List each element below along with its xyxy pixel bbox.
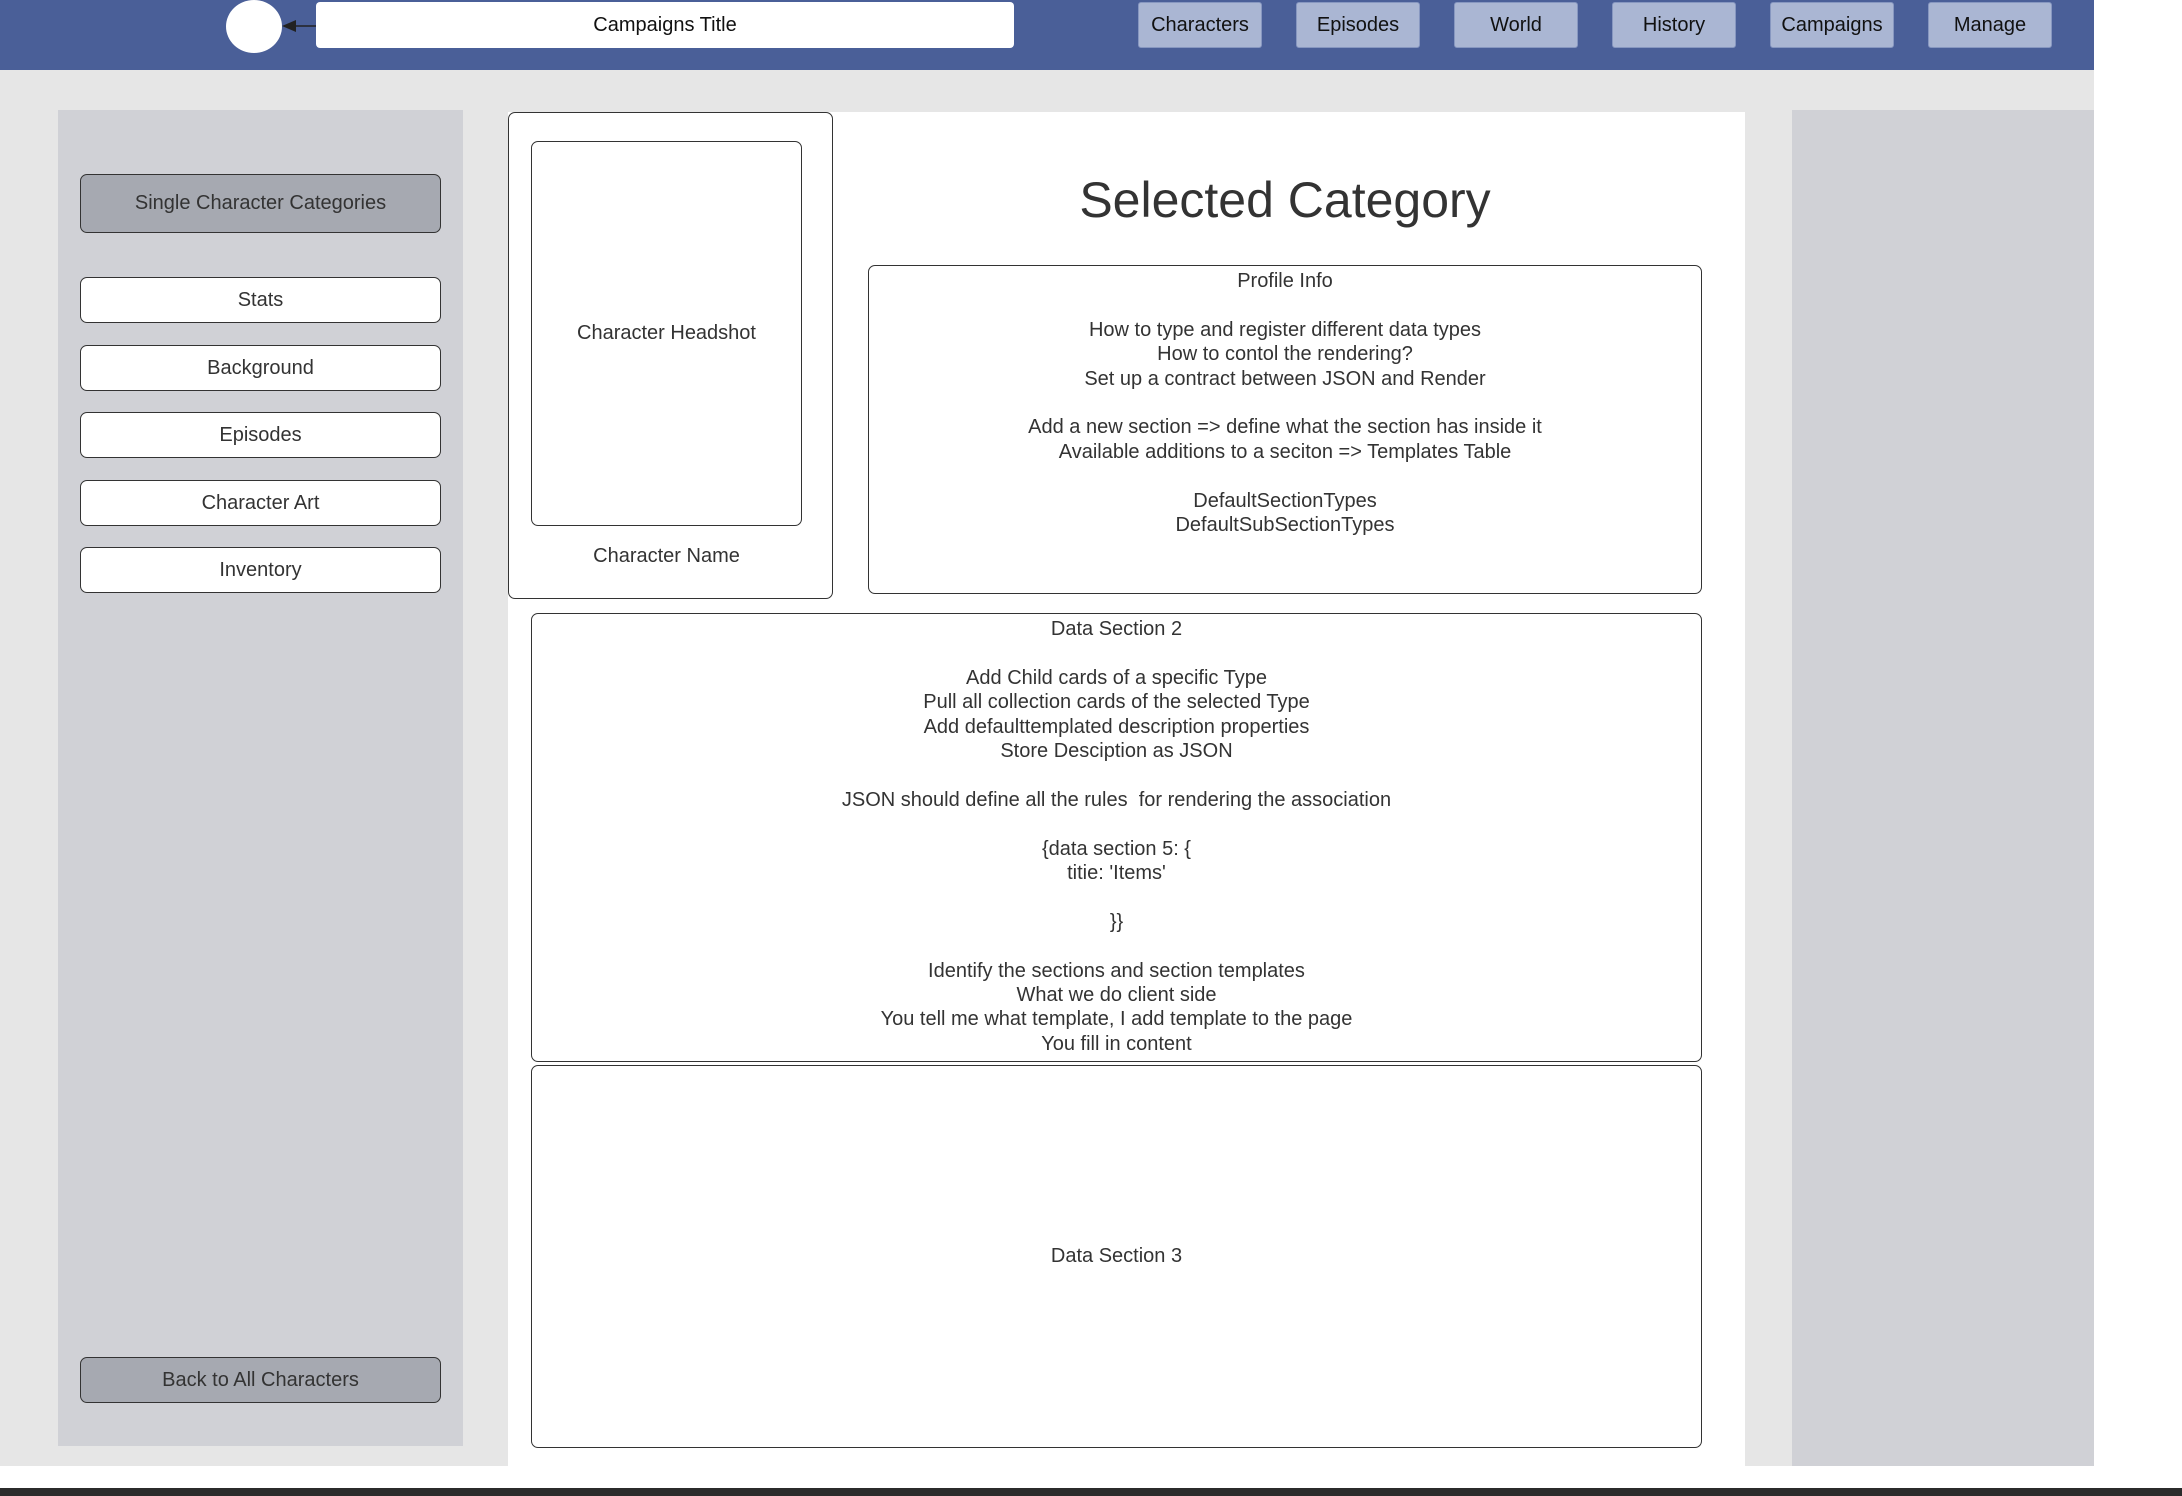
section-line: titie: 'Items' (1067, 862, 1166, 885)
sidebar-item-inventory[interactable]: Inventory (80, 547, 441, 593)
nav-history-button[interactable]: History (1612, 2, 1736, 48)
section-line: You fill in content (1041, 1032, 1192, 1055)
section-title: Data Section 2 (1050, 618, 1183, 640)
section-line: Identify the sections and section templa… (928, 959, 1305, 982)
bottom-border (0, 1488, 2182, 1496)
section-line: Add Child cards of a specific Type (966, 666, 1267, 689)
avatar[interactable] (226, 0, 282, 53)
section-line: DefaultSectionTypes (1193, 489, 1377, 512)
section-line (532, 763, 1701, 787)
section-line (869, 391, 1701, 415)
arrow-left-icon (282, 20, 318, 32)
section-line: DefaultSubSectionTypes (1175, 514, 1395, 537)
sidebar-item-stats[interactable]: Stats (80, 277, 441, 323)
section-line: Add a new section => define what the sec… (1028, 416, 1542, 439)
section-line (532, 812, 1701, 836)
section-line: JSON should define all the rules for ren… (841, 788, 1392, 811)
nav-world-button[interactable]: World (1454, 2, 1578, 48)
campaign-title[interactable]: Campaigns Title (316, 2, 1014, 48)
section-line: Add defaulttemplated description propert… (923, 715, 1310, 738)
section-line: You tell me what template, I add templat… (880, 1008, 1353, 1031)
section-line: What we do client side (1016, 984, 1217, 1007)
category-heading-button[interactable]: Single Character Categories (80, 174, 441, 233)
section-line: How to type and register different data … (1088, 318, 1482, 341)
profile-info-section: Profile Info How to type and register dif… (868, 265, 1702, 594)
section-line: Store Desciption as JSON (1000, 740, 1233, 763)
section-line (532, 934, 1701, 958)
nav-campaigns-button[interactable]: Campaigns (1770, 2, 1894, 48)
data-section-2: Data Section 2 Add Child cards of a speci… (531, 613, 1702, 1062)
sidebar-item-character-art[interactable]: Character Art (80, 480, 441, 526)
section-line (532, 641, 1701, 665)
section-line: }} (1109, 910, 1124, 933)
section-line (869, 464, 1701, 488)
section-line: Set up a contract between JSON and Rende… (1084, 367, 1486, 390)
nav-episodes-button[interactable]: Episodes (1296, 2, 1420, 48)
character-headshot[interactable]: Character Headshot (531, 141, 802, 526)
section-title: Profile Info (1237, 270, 1333, 292)
section-line: How to contol the rendering? (1157, 343, 1413, 366)
page-title: Selected Category (1079, 172, 1491, 228)
section-line: {data section 5: { (1041, 837, 1191, 860)
character-name: Character Name (593, 545, 740, 567)
nav-characters-button[interactable]: Characters (1138, 2, 1262, 48)
sidebar-item-background[interactable]: Background (80, 345, 441, 391)
section-line: Available additions to a seciton => Temp… (1058, 440, 1512, 463)
section-line (532, 885, 1701, 909)
section-line: Pull all collection cards of the selecte… (923, 691, 1310, 714)
nav-manage-button[interactable]: Manage (1928, 2, 2052, 48)
section-line (869, 293, 1701, 317)
right-sidebar (1792, 110, 2094, 1466)
back-to-all-characters-button[interactable]: Back to All Characters (80, 1357, 441, 1403)
sidebar-item-episodes[interactable]: Episodes (80, 412, 441, 458)
data-section-3: Data Section 3 (531, 1065, 1702, 1448)
